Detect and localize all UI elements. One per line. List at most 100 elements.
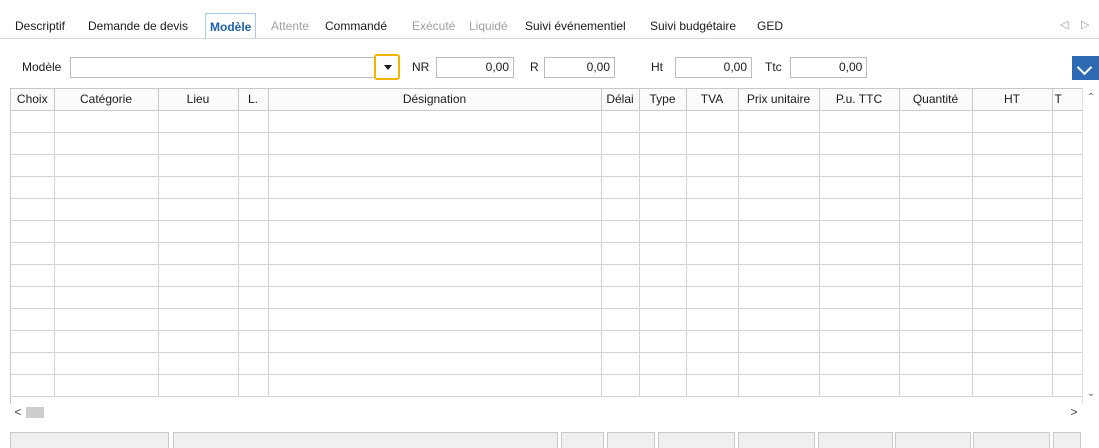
tab-liquide[interactable]: Liquidé [469,14,508,38]
tab-scroll-right-icon[interactable]: ▷ [1081,18,1089,31]
table-cell[interactable] [11,374,55,397]
table-row[interactable] [11,154,1093,177]
table-cell[interactable] [819,330,900,353]
table-cell[interactable] [238,374,269,397]
tab-commande[interactable]: Commandé [325,14,387,38]
table-cell[interactable] [738,242,820,265]
table-cell[interactable] [158,154,239,177]
table-cell[interactable] [899,374,973,397]
horizontal-scrollbar[interactable]: < > [10,404,1082,421]
table-cell[interactable] [899,132,973,155]
table-cell[interactable] [972,308,1053,331]
table-cell[interactable] [54,242,159,265]
table-row[interactable] [11,198,1093,221]
table-cell[interactable] [686,330,739,353]
table-cell[interactable] [238,110,269,133]
table-cell[interactable] [819,286,900,309]
table-cell[interactable] [899,154,973,177]
table-row[interactable] [11,264,1093,287]
table-cell[interactable] [11,176,55,199]
table-cell[interactable] [11,308,55,331]
tab-demande-de-devis[interactable]: Demande de devis [88,14,188,38]
table-cell[interactable] [819,198,900,221]
tab-descriptif[interactable]: Descriptif [15,14,65,38]
scroll-up-icon[interactable]: ⌃ [1083,90,1099,106]
table-cell[interactable] [639,242,687,265]
table-cell[interactable] [601,264,640,287]
modele-select[interactable] [70,57,376,78]
table-cell[interactable] [158,330,239,353]
table-cell[interactable] [738,374,820,397]
scroll-right-icon[interactable]: > [1066,404,1082,421]
table-cell[interactable] [972,110,1053,133]
table-cell[interactable] [268,352,602,375]
table-cell[interactable] [238,154,269,177]
table-cell[interactable] [238,286,269,309]
table-cell[interactable] [639,198,687,221]
table-cell[interactable] [639,264,687,287]
table-cell[interactable] [158,220,239,243]
table-cell[interactable] [268,110,602,133]
horizontal-scroll-thumb[interactable] [26,407,44,418]
table-cell[interactable] [11,154,55,177]
col-header-pu-ttc[interactable]: P.u. TTC [819,89,900,111]
table-cell[interactable] [158,198,239,221]
table-cell[interactable] [54,154,159,177]
table-cell[interactable] [819,220,900,243]
table-cell[interactable] [899,286,973,309]
table-cell[interactable] [738,286,820,309]
table-cell[interactable] [639,132,687,155]
modele-dropdown-button[interactable] [374,54,400,80]
table-cell[interactable] [819,176,900,199]
table-cell[interactable] [819,308,900,331]
table-cell[interactable] [158,264,239,287]
table-cell[interactable] [639,374,687,397]
tab-ged[interactable]: GED [757,14,783,38]
table-cell[interactable] [54,352,159,375]
table-cell[interactable] [158,286,239,309]
table-cell[interactable] [601,198,640,221]
table-cell[interactable] [686,132,739,155]
tab-scroll-left-icon[interactable]: ◁ [1060,18,1068,31]
table-row[interactable] [11,242,1093,265]
scroll-left-icon[interactable]: < [10,404,26,421]
table-cell[interactable] [639,352,687,375]
table-cell[interactable] [899,110,973,133]
table-cell[interactable] [158,308,239,331]
table-cell[interactable] [686,286,739,309]
table-cell[interactable] [601,286,640,309]
table-cell[interactable] [54,264,159,287]
table-cell[interactable] [601,374,640,397]
table-cell[interactable] [899,242,973,265]
col-header-delai[interactable]: Délai [601,89,640,111]
table-cell[interactable] [738,154,820,177]
table-cell[interactable] [11,330,55,353]
scroll-down-icon[interactable]: ⌄ [1083,386,1099,402]
table-cell[interactable] [738,176,820,199]
table-cell[interactable] [972,264,1053,287]
table-row[interactable] [11,110,1093,133]
table-cell[interactable] [238,264,269,287]
table-cell[interactable] [601,330,640,353]
col-header-categorie[interactable]: Catégorie [54,89,159,111]
table-cell[interactable] [238,352,269,375]
table-cell[interactable] [639,330,687,353]
table-cell[interactable] [639,308,687,331]
table-cell[interactable] [819,154,900,177]
table-cell[interactable] [686,154,739,177]
table-row[interactable] [11,352,1093,375]
table-cell[interactable] [11,220,55,243]
table-cell[interactable] [738,264,820,287]
r-field[interactable]: 0,00 [544,57,615,78]
table-cell[interactable] [899,330,973,353]
table-cell[interactable] [686,220,739,243]
table-cell[interactable] [738,352,820,375]
table-cell[interactable] [238,330,269,353]
table-cell[interactable] [972,330,1053,353]
table-cell[interactable] [158,374,239,397]
table-cell[interactable] [686,308,739,331]
table-cell[interactable] [686,374,739,397]
table-cell[interactable] [738,220,820,243]
table-cell[interactable] [686,110,739,133]
table-cell[interactable] [601,176,640,199]
